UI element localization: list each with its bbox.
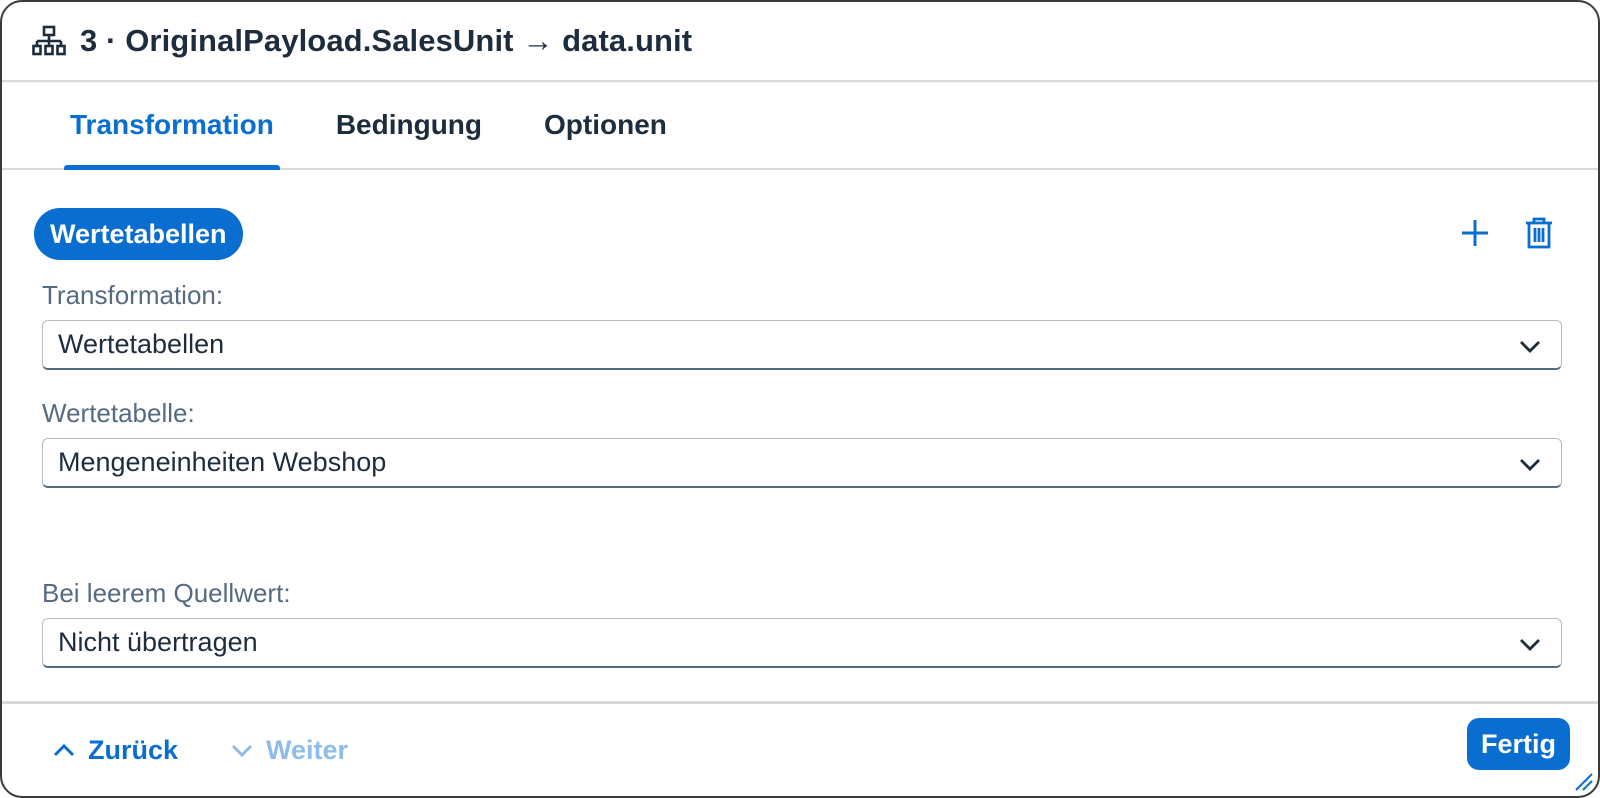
chevron-down-icon (1520, 459, 1540, 471)
chevron-down-icon (231, 744, 253, 758)
next-button[interactable]: Weiter (230, 735, 348, 766)
delete-button[interactable] (1520, 214, 1558, 252)
next-button-label: Weiter (266, 734, 349, 765)
add-button[interactable] (1456, 214, 1494, 252)
dialog-footer: Zurück Weiter Fertig (2, 701, 1598, 796)
empty-source-select[interactable]: Nicht übertragen (42, 618, 1562, 668)
chevron-down-icon (1520, 639, 1540, 651)
done-button[interactable]: Fertig (1466, 718, 1570, 770)
tab-transformation[interactable]: Transformation (64, 82, 280, 170)
chevron-down-icon (1520, 341, 1540, 353)
mapping-dialog: 3 · OriginalPayload.SalesUnit → data.uni… (0, 0, 1600, 798)
back-button[interactable]: Zurück (52, 735, 178, 766)
back-button-label: Zurück (88, 734, 179, 765)
transformation-chip[interactable]: Wertetabellen (34, 208, 243, 260)
wertetabelle-label: Wertetabelle: (42, 398, 195, 428)
empty-source-select-value: Nicht übertragen (58, 627, 258, 657)
tab-optionen[interactable]: Optionen (538, 82, 673, 168)
panel-actions (1456, 214, 1558, 252)
tab-bar: Transformation Bedingung Optionen (2, 82, 1598, 170)
transformation-panel: Wertetabellen Transformation: Wertetabel… (2, 170, 1598, 708)
tab-bedingung[interactable]: Bedingung (330, 82, 488, 168)
add-icon (1462, 220, 1488, 246)
wertetabelle-select[interactable]: Mengeneinheiten Webshop (42, 438, 1562, 488)
resize-handle-icon[interactable] (1572, 770, 1594, 792)
transformation-label: Transformation: (42, 280, 224, 310)
dialog-header: 3 · OriginalPayload.SalesUnit → data.uni… (2, 2, 1598, 82)
dialog-title: 3 · OriginalPayload.SalesUnit → data.uni… (80, 23, 693, 58)
transformation-select-value: Wertetabellen (58, 329, 225, 359)
delete-icon (1526, 217, 1552, 249)
chevron-up-icon (53, 743, 75, 757)
transformation-select[interactable]: Wertetabellen (42, 320, 1562, 370)
wertetabelle-select-value: Mengeneinheiten Webshop (58, 447, 387, 477)
empty-source-label: Bei leerem Quellwert: (42, 578, 291, 608)
hierarchy-icon (32, 25, 66, 56)
